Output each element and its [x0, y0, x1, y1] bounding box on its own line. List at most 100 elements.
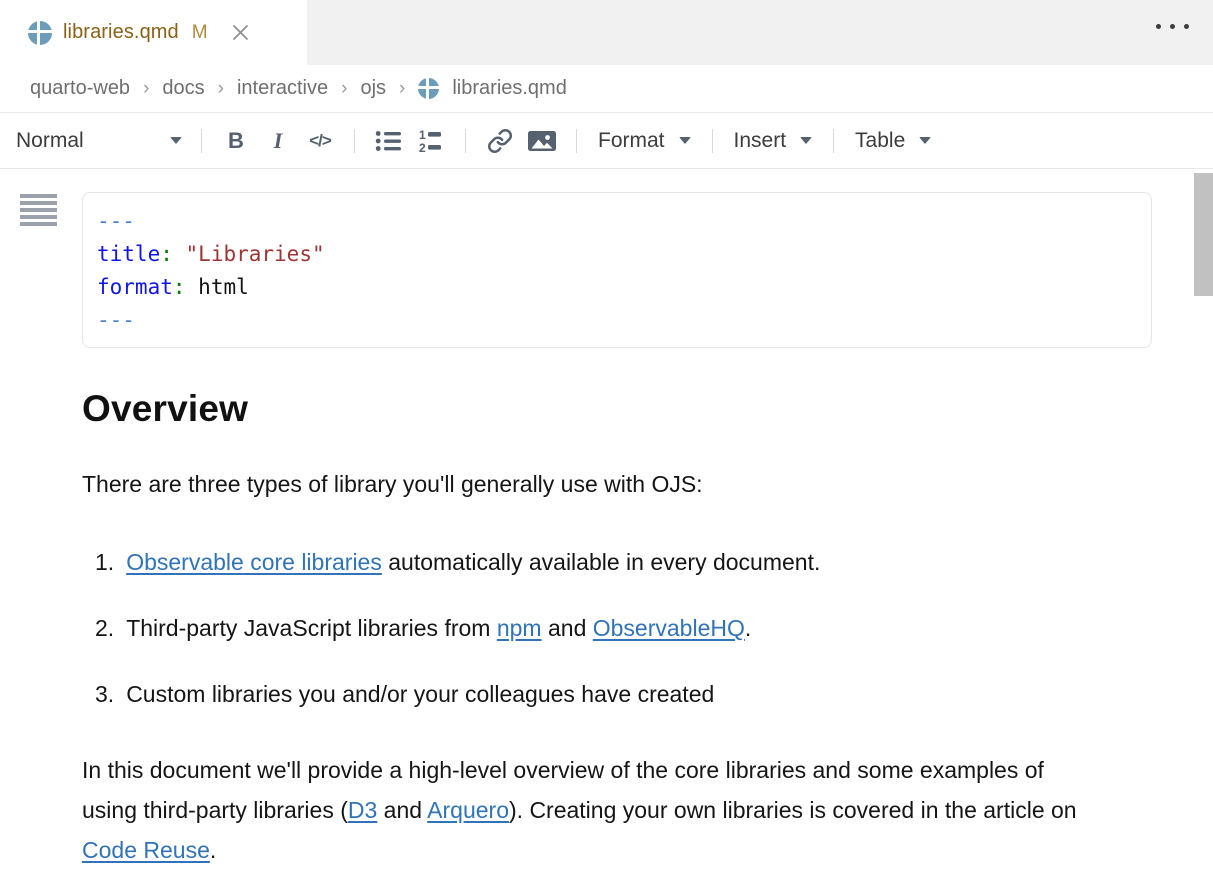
breadcrumb-separator-icon: ›: [218, 78, 224, 100]
text-run: .: [210, 837, 216, 863]
paragraph-style-dropdown[interactable]: Normal: [16, 129, 188, 153]
code-line: ---: [97, 304, 1133, 337]
chevron-down-icon: [800, 137, 812, 144]
list-item-text: Custom libraries you and/or your colleag…: [126, 678, 714, 710]
ellipsis-dot: [1184, 24, 1189, 29]
chevron-down-icon: [919, 137, 931, 144]
toolbar-separator: [833, 129, 834, 153]
code-line: title: "Libraries": [97, 238, 1133, 271]
list-item-number: 3.: [95, 678, 114, 710]
text-run: and: [542, 615, 593, 641]
list-item-text: Third-party JavaScript libraries from np…: [126, 612, 751, 644]
list-item: 2. Third-party JavaScript libraries from …: [82, 612, 1152, 644]
code-token: :: [173, 275, 186, 299]
breadcrumb: quarto-web › docs › interactive › ojs › librarie…: [0, 65, 1213, 113]
inline-link[interactable]: ObservableHQ: [593, 615, 745, 641]
block-drag-handle-icon[interactable]: [20, 194, 57, 226]
quarto-file-icon: [28, 21, 52, 45]
paragraph-style-value: Normal: [16, 129, 84, 153]
bold-icon: B: [228, 128, 244, 154]
chevron-down-icon: [679, 137, 691, 144]
closing-paragraph: In this document we'll provide a high-le…: [82, 750, 1094, 870]
inline-link[interactable]: Code Reuse: [82, 837, 210, 863]
code-token: format: [97, 275, 173, 299]
list-item: 3. Custom libraries you and/or your colle…: [82, 678, 1152, 710]
tab-libraries-qmd[interactable]: libraries.qmd M: [0, 0, 307, 65]
bulleted-list-button[interactable]: [372, 123, 406, 159]
document-editor[interactable]: ---title: "Libraries"format: html--- Ove…: [0, 169, 1213, 888]
editor-window: libraries.qmd M quarto-web › docs › interact…: [0, 0, 1213, 889]
table-menu[interactable]: Table: [847, 129, 939, 153]
bold-button[interactable]: B: [219, 123, 253, 159]
code-line: format: html: [97, 271, 1133, 304]
italic-button[interactable]: I: [261, 123, 295, 159]
code-token: :: [160, 242, 173, 266]
yaml-front-matter-block[interactable]: ---title: "Libraries"format: html---: [82, 192, 1152, 348]
insert-menu[interactable]: Insert: [726, 129, 821, 153]
ellipsis-dot: [1156, 24, 1161, 29]
breadcrumb-item[interactable]: libraries.qmd: [452, 77, 566, 100]
code-button[interactable]: </>: [303, 123, 337, 159]
numbered-list: 1. Observable core libraries automaticall…: [82, 546, 1152, 710]
text-run: automatically available in every documen…: [382, 549, 821, 575]
formatting-toolbar: Normal B I </> 1 2: [0, 113, 1213, 169]
bulleted-list-icon: [375, 129, 403, 153]
numbered-list-button[interactable]: 1 2: [414, 123, 448, 159]
text-run: Custom libraries you and/or your colleag…: [126, 681, 714, 707]
table-menu-label: Table: [855, 129, 905, 153]
ellipsis-dot: [1170, 24, 1175, 29]
text-run: .: [745, 615, 751, 641]
list-item-text: Observable core libraries automatically …: [126, 546, 820, 578]
insert-image-button[interactable]: [525, 123, 559, 159]
text-run: Third-party JavaScript libraries from: [126, 615, 497, 641]
format-menu-label: Format: [598, 129, 665, 153]
code-token: [173, 242, 186, 266]
modified-badge: M: [192, 22, 208, 44]
breadcrumb-item[interactable]: docs: [162, 77, 204, 100]
format-menu[interactable]: Format: [590, 129, 699, 153]
code-token: ---: [97, 308, 135, 332]
code-token: [186, 275, 199, 299]
more-actions-button[interactable]: [1156, 24, 1189, 29]
inline-link[interactable]: Observable core libraries: [126, 549, 382, 575]
tab-bar: libraries.qmd M: [0, 0, 1213, 65]
numbered-list-icon: 1 2: [418, 128, 445, 154]
code-token: "Libraries": [186, 242, 325, 266]
breadcrumb-item[interactable]: interactive: [237, 77, 328, 100]
quarto-file-icon: [418, 78, 439, 99]
breadcrumb-separator-icon: ›: [399, 78, 405, 100]
list-item-number: 2.: [95, 612, 114, 644]
code-icon: </>: [309, 131, 331, 151]
vertical-scrollbar-thumb[interactable]: [1194, 173, 1213, 296]
tab-title: libraries.qmd: [63, 21, 179, 44]
link-icon: [487, 128, 513, 154]
text-run: and: [377, 797, 427, 823]
list-item-number: 1.: [95, 546, 114, 578]
code-token: html: [198, 275, 249, 299]
breadcrumb-separator-icon: ›: [143, 78, 149, 100]
insert-menu-label: Insert: [734, 129, 787, 153]
insert-link-button[interactable]: [483, 123, 517, 159]
code-line: ---: [97, 205, 1133, 238]
svg-text:2: 2: [419, 141, 426, 154]
inline-link[interactable]: D3: [348, 797, 377, 823]
breadcrumb-separator-icon: ›: [341, 78, 347, 100]
breadcrumb-item[interactable]: quarto-web: [30, 77, 130, 100]
section-heading: Overview: [82, 386, 1152, 432]
list-item: 1. Observable core libraries automaticall…: [82, 546, 1152, 578]
chevron-down-icon: [170, 137, 182, 144]
toolbar-separator: [712, 129, 713, 153]
image-icon: [527, 129, 557, 153]
intro-paragraph: There are three types of library you'll …: [82, 468, 1152, 500]
toolbar-separator: [201, 129, 202, 153]
text-run: ). Creating your own libraries is covere…: [509, 797, 1077, 823]
inline-link[interactable]: npm: [497, 615, 542, 641]
breadcrumb-item[interactable]: ojs: [360, 77, 386, 100]
italic-icon: I: [274, 128, 283, 154]
code-token: ---: [97, 209, 135, 233]
toolbar-separator: [576, 129, 577, 153]
inline-link[interactable]: Arquero: [427, 797, 509, 823]
toolbar-separator: [354, 129, 355, 153]
svg-text:1: 1: [419, 128, 426, 142]
close-tab-icon[interactable]: [231, 23, 250, 42]
